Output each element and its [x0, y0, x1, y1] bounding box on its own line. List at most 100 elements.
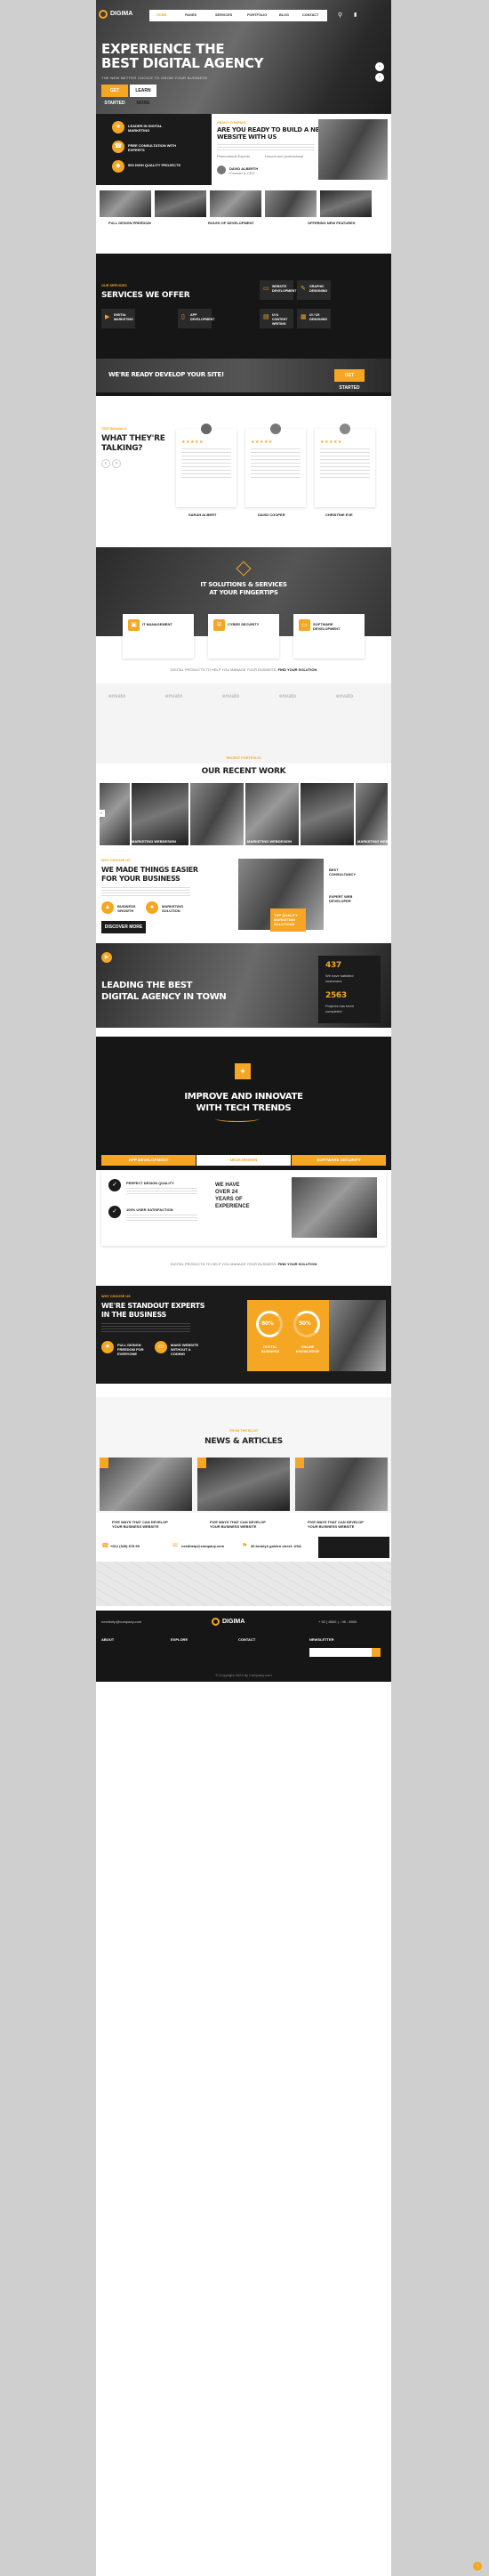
improve-years-1: WE HAVE — [215, 1183, 240, 1188]
check-icon: ✓ — [108, 1179, 121, 1191]
play-icon[interactable]: ▶ — [101, 952, 112, 963]
services-title: SERVICES WE OFFER — [101, 291, 190, 300]
service-graphic-designing[interactable]: ✎ GRAPHIC DESIGNING — [297, 280, 331, 300]
about-check-2: Honest and professional — [265, 154, 304, 158]
easier-paragraph — [101, 887, 190, 896]
cart-icon[interactable]: ▮ — [354, 12, 357, 18]
footer-col-about: ABOUT — [101, 1637, 115, 1642]
search-icon[interactable]: ⚲ — [338, 12, 342, 19]
partner-logo-5: envato — [336, 694, 354, 699]
testimonial-name-2: DAVID COOPER — [258, 513, 285, 517]
solutions-note-link[interactable]: FIND YOUR SOLUTION — [278, 667, 317, 672]
partner-logo-2: envato — [165, 694, 183, 699]
carousel-prev-icon[interactable]: ‹ — [98, 810, 105, 817]
news-date-2 — [197, 1458, 206, 1468]
news-post-title-2[interactable]: FIVE WAYS THAT CAN DEVELOP YOUR BUSINESS… — [210, 1520, 272, 1529]
improve-text-1 — [126, 1188, 197, 1195]
improve-logo-icon: ✦ — [235, 1063, 251, 1079]
footer-email: needhelp@company.com — [101, 1619, 142, 1624]
footer: DIGIMA + 92 ( 8800 ) - 98 - 8900 needhel… — [96, 1611, 391, 1682]
work-item-6[interactable] — [356, 783, 388, 845]
services-banner-text: WE'RE READY DEVELOP YOUR SITE! — [108, 371, 224, 378]
feature-icon-projects: ◆ — [112, 160, 124, 173]
progress-panel: 80% DIGITAL BUSINESS 50% ONLINE KNOWLEDG… — [247, 1300, 329, 1371]
hero-learn-more-button[interactable]: LEARN MORE — [130, 85, 156, 106]
work-eyebrow: RECENT PORTFOLIO — [226, 756, 261, 760]
service-label: WEBSITE DEVELOPMENT — [272, 285, 297, 293]
solution-card-1[interactable]: ▣ IT MANAGEMENT — [123, 614, 194, 658]
logo-text[interactable]: DIGIMA — [110, 11, 132, 17]
contact-phone[interactable]: +012 (345) 678 99 — [110, 1544, 140, 1548]
work-item-2[interactable] — [132, 783, 188, 845]
slider-next-icon[interactable]: › — [375, 73, 384, 82]
nav-item-portfolio[interactable]: PORTFOLIO — [247, 13, 267, 17]
footer-logo-icon — [212, 1618, 220, 1626]
experts-feature-1: FULL DESIGN FREEDOM FOR EVERYONE — [117, 1343, 144, 1356]
news-post-title-1[interactable]: FIVE WAYS THAT CAN DEVELOP YOUR BUSINESS… — [112, 1520, 174, 1529]
services-eyebrow: OUR SERVICES — [101, 284, 127, 287]
slider-prev-icon[interactable]: ‹ — [375, 62, 384, 71]
nav-item-pages[interactable]: PAGES — [185, 13, 196, 17]
newsletter-submit-button[interactable] — [372, 1648, 381, 1657]
feature-label-consultation: FREE CONSULTATION WITH EXPERTS — [128, 143, 176, 152]
solution-card-2[interactable]: ⛨ CYBER SECURITY — [208, 614, 279, 658]
map[interactable] — [96, 1562, 391, 1606]
footer-logo-text[interactable]: DIGIMA — [222, 1619, 244, 1625]
news-post-title-3[interactable]: FIVE WAYS THAT CAN DEVELOP YOUR BUSINESS… — [308, 1520, 370, 1529]
service-content-writing[interactable]: ▤ UI & CONTENT WRITING — [260, 309, 293, 328]
scroll-to-top-icon[interactable]: ↑ — [473, 2562, 482, 2571]
about-paragraph — [217, 144, 315, 151]
experts-title-line1: WE'RE STANDOUT EXPERTS — [101, 1302, 205, 1310]
gallery-image-1 — [100, 190, 151, 217]
tab-software-security[interactable]: SOFTWARE SECURITY — [292, 1155, 386, 1166]
discover-more-button[interactable]: DISCOVER MORE — [101, 921, 146, 933]
work-item-3[interactable] — [190, 783, 244, 845]
news-section: FROM THE BLOG NEWS & ARTICLES — [96, 1397, 391, 1513]
stat-value-2: 2563 — [325, 991, 347, 1000]
features-panel: ★ LEADER IN DIGITAL MARKETING ☎ FREE CON… — [96, 114, 212, 185]
improve-note-link[interactable]: FIND YOUR SOLUTION — [278, 1262, 317, 1266]
service-app-development[interactable]: ▯ APP DEVELOPMENT — [178, 309, 214, 328]
gallery-image-5 — [320, 190, 372, 217]
marketing-icon: ● — [146, 901, 158, 914]
progress-label-2: ONLINE KNOWLEDGE — [295, 1345, 320, 1353]
stat-value-1: 437 — [325, 961, 341, 970]
tab-ui-ux-design[interactable]: UI/UX DESIGN — [196, 1155, 291, 1166]
nav-item-blog[interactable]: BLOG — [279, 13, 289, 17]
contact-strip: ☎ +012 (345) 678 99 ✉ needhelp@company.c… — [96, 1535, 391, 1560]
news-image-2[interactable] — [197, 1458, 290, 1511]
work-caption-3: MARKETING WEBDESIGN — [357, 839, 388, 844]
logo-icon — [99, 10, 108, 19]
improve-note-text: DIGITAL PRODUCTS TO HELP YOU MANAGE YOUR… — [170, 1262, 277, 1266]
solution-label-3: SOFTWARE DEVELOPMENT — [313, 622, 341, 631]
service-digital-marketing[interactable]: ▶ DIGITAL MARKETING — [101, 309, 135, 328]
nav-item-home[interactable]: HOME — [156, 13, 166, 17]
experts-feature-2: MAKE WEBSITE WITHOUT A CODING — [171, 1343, 199, 1356]
avatar — [340, 424, 350, 434]
nav-item-contact[interactable]: CONTACT — [302, 13, 318, 17]
easier-eyebrow: WHY CHOOSE US — [101, 859, 131, 862]
testimonial-nav-prev[interactable]: ‹ — [101, 459, 110, 468]
hero-get-started-button[interactable]: GET STARTED — [101, 85, 128, 106]
experts-photo — [329, 1300, 386, 1371]
testimonial-nav-next[interactable]: › — [112, 459, 121, 468]
contact-email[interactable]: needhelp@company.com — [181, 1544, 224, 1548]
testimonials-section: TESTIMONIALS WHAT THEY'RE TALKING? ‹ › ★… — [96, 418, 391, 534]
tab-app-development[interactable]: APP DEVELOPMENT — [101, 1155, 196, 1166]
testimonials-eyebrow: TESTIMONIALS — [101, 427, 127, 431]
newsletter-input[interactable] — [309, 1648, 372, 1657]
easier-title-line1: WE MADE THINGS EASIER — [101, 866, 198, 874]
service-label: UI & CONTENT WRITING — [272, 313, 288, 326]
news-image-1[interactable] — [100, 1458, 192, 1511]
banner-get-started-button[interactable]: GET STARTED — [334, 369, 365, 391]
work-item-5[interactable] — [301, 783, 354, 845]
leading-title-line2: DIGITAL AGENCY IN TOWN — [101, 992, 227, 1002]
service-website-development[interactable]: ▭ WEBSITE DEVELOPMENT — [260, 280, 297, 300]
nav-item-services[interactable]: SERVICES — [215, 13, 232, 17]
service-ui-ux[interactable]: ▦ UI / UX DESIGNING — [297, 309, 331, 328]
solution-card-3[interactable]: ▭ SOFTWARE DEVELOPMENT — [293, 614, 365, 658]
news-image-3[interactable] — [295, 1458, 388, 1511]
work-item-4[interactable] — [245, 783, 299, 845]
improve-panel: ✓ PERFECT DESIGN QUALITY ✓ 100% USER SAT… — [101, 1170, 386, 1246]
improve-photo — [292, 1177, 377, 1238]
